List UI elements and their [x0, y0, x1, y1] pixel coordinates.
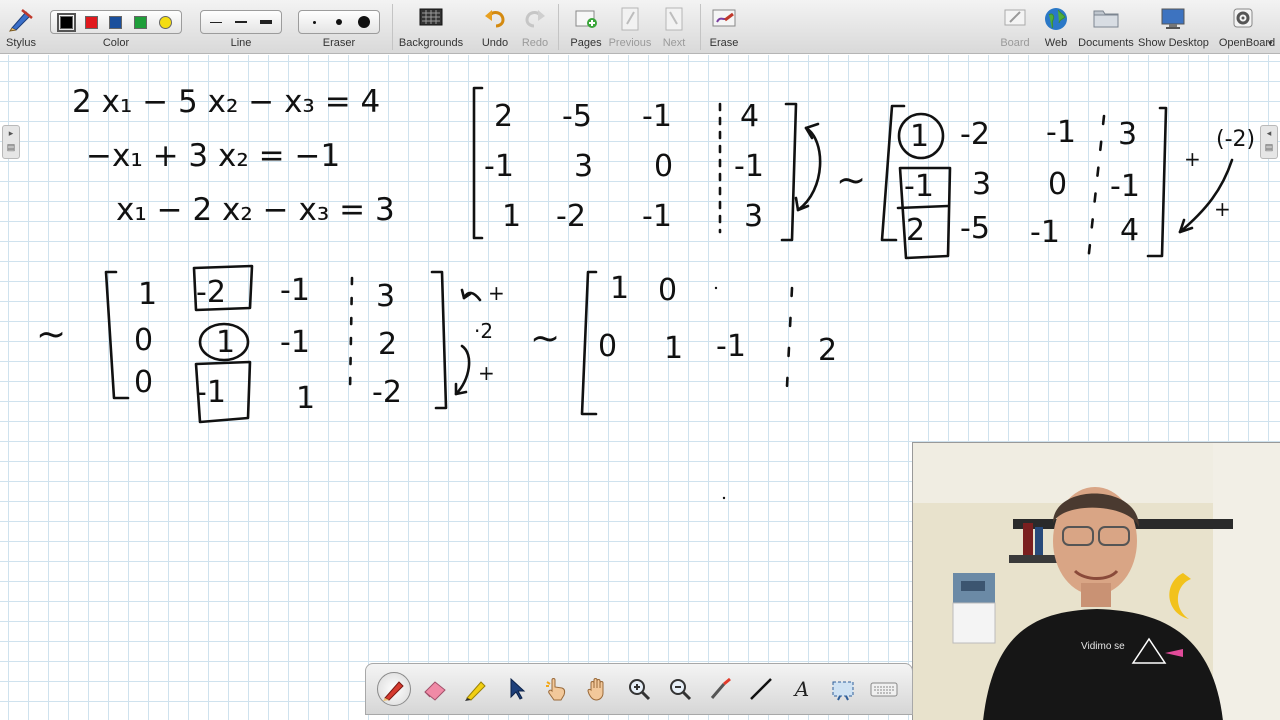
matrix-a-cell: -1 — [734, 149, 764, 184]
pointing-hand-icon — [546, 678, 566, 701]
virtual-keyboard-tool[interactable] — [867, 672, 901, 706]
matrix-b-cell: -1 — [1030, 215, 1060, 250]
screen-capture-icon — [832, 681, 854, 701]
matrix-a-cell: 0 — [654, 149, 673, 184]
matrix-a-cell: -2 — [556, 199, 586, 234]
matrix-a: 2 -5 -1 4 -1 3 0 -1 1 -2 -1 3 — [472, 86, 822, 242]
hand-tool[interactable] — [581, 672, 615, 706]
zoom-out-icon — [669, 679, 691, 701]
matrix-b: 1 -2 -1 3 -1 3 0 -1 2 -5 -1 4 (-2) + + — [880, 104, 1255, 264]
matrix-c-cell: 0 — [134, 365, 153, 400]
row-op-multiplier: ·2 — [474, 319, 493, 343]
highlighter-tool[interactable] — [459, 672, 493, 706]
matrix-b-cell: -1 — [904, 169, 934, 204]
matrix-d-cell: 0 — [658, 273, 677, 308]
line-tool[interactable] — [744, 672, 778, 706]
select-tool[interactable] — [500, 672, 534, 706]
matrix-d: 1 0 0 1 -1 2 — [580, 270, 837, 500]
matrix-d-cell: 0 — [598, 329, 617, 364]
matrix-a-cell: -1 — [642, 99, 672, 134]
equation-2: −x₁ + 3 x₂ = −1 — [86, 138, 340, 174]
matrix-b-cell: -1 — [1046, 115, 1076, 150]
interact-tool[interactable] — [540, 672, 574, 706]
presenter-video-frame: Vidimo se — [913, 443, 1280, 720]
matrix-a-cell: 4 — [740, 99, 759, 134]
matrix-d-cell: 1 — [610, 271, 629, 306]
webcam-video: Vidimo se — [912, 442, 1280, 720]
row-op-plus: + — [478, 361, 495, 385]
svg-text:Vidimo se: Vidimo se — [1081, 641, 1125, 652]
matrix-d-cell: 2 — [818, 333, 837, 368]
eraser-icon — [424, 681, 446, 701]
capture-tool[interactable] — [826, 672, 860, 706]
equivalence-tilde: ~ — [530, 318, 560, 359]
matrix-b-cell: 2 — [906, 213, 925, 248]
highlighter-icon — [464, 681, 486, 701]
text-tool[interactable]: A — [785, 672, 819, 706]
cursor-arrow-icon — [510, 677, 525, 700]
matrix-c: 1 -2 -1 3 0 1 -1 2 0 -1 1 -2 + ·2 + — [104, 264, 505, 424]
matrix-b-cell: -1 — [1110, 169, 1140, 204]
matrix-a-cell: 3 — [574, 149, 593, 184]
matrix-a-cell: 1 — [502, 199, 521, 234]
zoom-out-tool[interactable] — [663, 672, 697, 706]
matrix-a-cell: -1 — [642, 199, 672, 234]
matrix-c-cell: -1 — [280, 325, 310, 360]
laser-pointer-tool[interactable] — [704, 672, 738, 706]
pen-icon — [383, 681, 405, 701]
matrix-a-cell: 2 — [494, 99, 513, 134]
line-icon — [750, 678, 773, 700]
equivalence-tilde: ~ — [836, 160, 866, 201]
matrix-b-cell: -5 — [960, 211, 990, 246]
row-op-plus: + — [488, 281, 505, 305]
hand-icon — [587, 678, 604, 701]
matrix-c-cell: 1 — [296, 381, 315, 416]
equation-3: x₁ − 2 x₂ − x₃ = 3 — [116, 192, 395, 228]
eraser-tool[interactable] — [418, 672, 452, 706]
matrix-b-cell: 0 — [1048, 167, 1067, 202]
matrix-c-cell: 1 — [216, 325, 235, 360]
equivalence-tilde: ~ — [36, 314, 66, 355]
matrix-a-cell: -1 — [484, 149, 514, 184]
row-op-multiplier: (-2) — [1216, 127, 1255, 152]
pen-tool[interactable] — [377, 672, 412, 706]
matrix-b-cell: 4 — [1120, 213, 1139, 248]
zoom-in-tool[interactable] — [622, 672, 656, 706]
matrix-c-cell: 3 — [376, 279, 395, 314]
row-op-plus: + — [1214, 197, 1231, 221]
matrix-c-cell: 1 — [138, 277, 157, 312]
matrix-c-cell: 0 — [134, 323, 153, 358]
equation-1: 2 x₁ − 5 x₂ − x₃ = 4 — [72, 84, 380, 120]
matrix-b-cell: 1 — [910, 119, 929, 154]
matrix-c-cell: -2 — [196, 275, 226, 310]
matrix-c-cell: -2 — [372, 375, 402, 410]
matrix-a-cell: -5 — [562, 99, 592, 134]
matrix-c-cell: 2 — [378, 327, 397, 362]
matrix-d-cell: -1 — [716, 329, 746, 364]
keyboard-icon — [870, 682, 898, 697]
tool-dock: A — [365, 663, 913, 715]
row-op-plus: + — [1184, 147, 1201, 171]
matrix-b-cell: 3 — [1118, 117, 1137, 152]
matrix-c-cell: -1 — [196, 375, 226, 410]
matrix-a-cell: 3 — [744, 199, 763, 234]
laser-pointer-icon — [710, 677, 731, 699]
matrix-d-cell: 1 — [664, 331, 683, 366]
matrix-b-cell: 3 — [972, 167, 991, 202]
matrix-b-cell: -2 — [960, 117, 990, 152]
text-tool-icon: A — [794, 677, 810, 701]
zoom-in-icon — [628, 679, 651, 701]
matrix-c-cell: -1 — [280, 273, 310, 308]
